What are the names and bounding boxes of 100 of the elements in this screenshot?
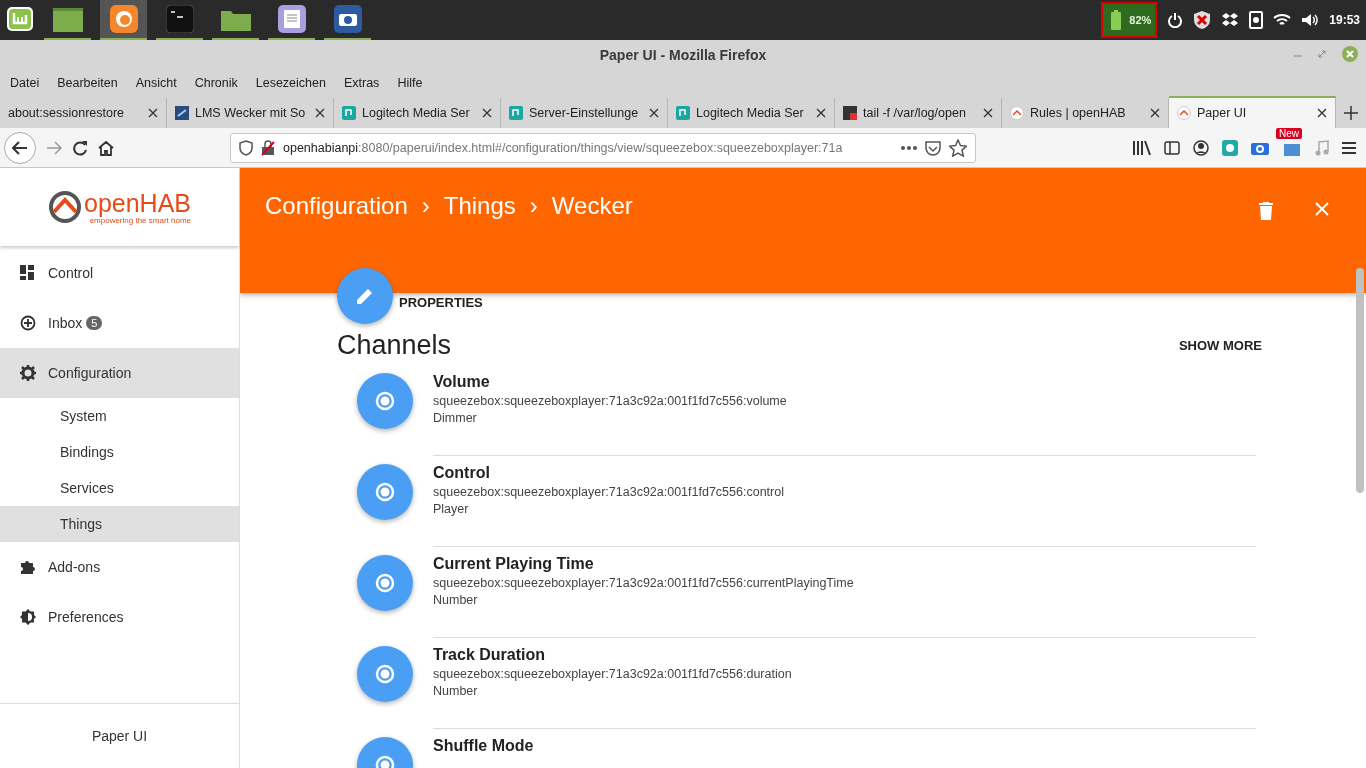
channel-type: Player — [433, 502, 470, 516]
nav-subitem[interactable]: Bindings — [0, 434, 239, 470]
dashboard-icon — [20, 265, 36, 281]
nav-item[interactable]: Preferences — [0, 592, 239, 642]
tab-favicon-icon — [509, 106, 523, 120]
tab-favicon-icon — [1177, 106, 1191, 120]
library-icon[interactable] — [1133, 139, 1151, 156]
close-icon[interactable] — [649, 108, 659, 118]
sidebar-icon[interactable] — [1164, 139, 1180, 156]
radio-icon — [375, 482, 395, 502]
document-icon — [277, 5, 306, 33]
address-bar[interactable]: openhabianpi:8080/paperui/index.html#/configuration/things/view/squeezebox:squeezeboxplayer:71a — [230, 132, 976, 163]
taskbar-app[interactable] — [100, 0, 147, 40]
camera-icon — [333, 5, 362, 33]
menu-item[interactable]: Hilfe — [397, 76, 423, 90]
channel-name: Track Duration — [433, 646, 547, 664]
tab-favicon-icon — [342, 106, 356, 120]
forward-icon[interactable] — [46, 140, 62, 155]
channel-type: Number — [433, 593, 479, 607]
shield-icon — [239, 139, 253, 156]
volume-icon[interactable] — [1301, 13, 1320, 27]
section-title: Channels — [337, 329, 452, 361]
channel-icon[interactable] — [357, 373, 413, 429]
radio-icon — [375, 664, 395, 684]
show-more-button[interactable]: SHOW MORE — [1178, 337, 1262, 353]
channel-name: Volume — [433, 373, 491, 391]
pocket-icon[interactable] — [925, 139, 941, 156]
channel-name: Current Playing Time — [433, 555, 595, 573]
menu-item[interactable]: Bearbeiten — [57, 76, 118, 90]
more-icon[interactable] — [901, 145, 917, 150]
menu-item[interactable]: Extras — [343, 76, 380, 90]
channel-icon[interactable] — [357, 555, 413, 611]
dropbox-icon[interactable] — [1221, 12, 1240, 28]
menu-icon[interactable] — [1342, 141, 1356, 154]
radio-icon — [375, 391, 395, 411]
channel-icon[interactable] — [357, 464, 413, 520]
delete-icon[interactable] — [1259, 202, 1273, 220]
brightness-icon — [20, 609, 36, 625]
scrollbar[interactable] — [1356, 268, 1364, 493]
close-icon[interactable] — [315, 108, 325, 118]
logo-text: openHAB — [84, 189, 191, 216]
puzzle-icon — [20, 559, 36, 575]
nav-item[interactable]: Add-ons — [0, 542, 239, 592]
tab-favicon-icon — [175, 106, 189, 120]
channel-icon[interactable] — [357, 646, 413, 702]
nav-subitem[interactable]: Services — [0, 470, 239, 506]
url-text: openhabianpi:8080/paperui/index.html#/configuration/things/view/squeezebox:squeezeboxplayer:71a — [283, 140, 844, 155]
window-title: Paper UI - Mozilla Firefox — [599, 47, 767, 63]
home-icon[interactable] — [98, 139, 114, 156]
clock: 19:53 — [1329, 13, 1360, 27]
battery-indicator[interactable]: 82% — [1101, 2, 1158, 38]
tab-favicon-icon — [1010, 106, 1024, 120]
close-icon[interactable] — [1150, 108, 1160, 118]
sidebar-footer: Paper UI — [0, 703, 239, 768]
account-icon[interactable] — [1193, 139, 1209, 156]
channel-uid: squeezebox:squeezeboxplayer:71a3c92a:001f1fd7c556:volume — [433, 394, 788, 408]
menu-item[interactable]: Chronik — [194, 76, 238, 90]
terminal-icon — [165, 5, 194, 33]
breadcrumb-separator: › — [421, 192, 430, 220]
window-icon — [52, 5, 83, 33]
tab-favicon-icon — [843, 106, 857, 120]
close-icon[interactable] — [983, 108, 993, 118]
channel-name: Control — [433, 464, 491, 482]
nav-item[interactable]: Control — [0, 248, 239, 298]
channel-uid: squeezebox:squeezeboxplayer:71a3c92a:001f1fd7c556:currentPlayingTime — [433, 576, 855, 590]
close-icon[interactable] — [1317, 108, 1327, 118]
nav-subitem[interactable]: Things — [0, 506, 239, 542]
battery-icon — [1111, 10, 1122, 30]
power-icon[interactable] — [1167, 12, 1184, 28]
new-badge: New — [1276, 127, 1302, 139]
radio-icon — [375, 573, 395, 593]
settings-icon — [20, 365, 36, 381]
menu-item[interactable]: Ansicht — [135, 76, 177, 90]
channel-name: Shuffle Mode — [433, 737, 535, 755]
insecure-lock-icon — [261, 139, 275, 156]
channel-type: Number — [433, 684, 479, 698]
wifi-icon[interactable] — [1273, 13, 1292, 27]
close-icon[interactable] — [148, 108, 158, 118]
back-button[interactable] — [4, 131, 36, 164]
nav-item[interactable]: Inbox 5 — [0, 298, 239, 348]
close-icon[interactable] — [816, 108, 826, 118]
pencil-icon — [356, 287, 374, 305]
channel-uid: squeezebox:squeezeboxplayer:71a3c92a:001f1fd7c556:control — [433, 485, 785, 499]
menu-item[interactable]: Datei — [10, 76, 40, 90]
close-icon[interactable] — [482, 108, 492, 118]
back-arrow-icon — [12, 140, 28, 155]
shield-icon[interactable] — [1193, 10, 1212, 30]
channel-type: Dimmer — [433, 411, 478, 425]
battery-percent: 82% — [1129, 14, 1152, 26]
nav-subitem[interactable]: System — [0, 398, 239, 434]
edit-button[interactable] — [337, 268, 393, 324]
reload-icon[interactable] — [72, 139, 88, 156]
new-tab-icon[interactable] — [1344, 106, 1358, 120]
browser-tab[interactable]: Paper UI — [1169, 96, 1336, 128]
nav-item[interactable]: Configuration — [0, 348, 239, 398]
channel-uid: squeezebox:squeezeboxplayer:71a3c92a:001f1fd7c556:duration — [433, 667, 793, 681]
add-circle-icon — [20, 315, 36, 331]
bookmark-star-icon[interactable] — [949, 138, 967, 157]
menu-item[interactable]: Lesezeichen — [255, 76, 326, 90]
count-badge: 5 — [86, 316, 103, 330]
